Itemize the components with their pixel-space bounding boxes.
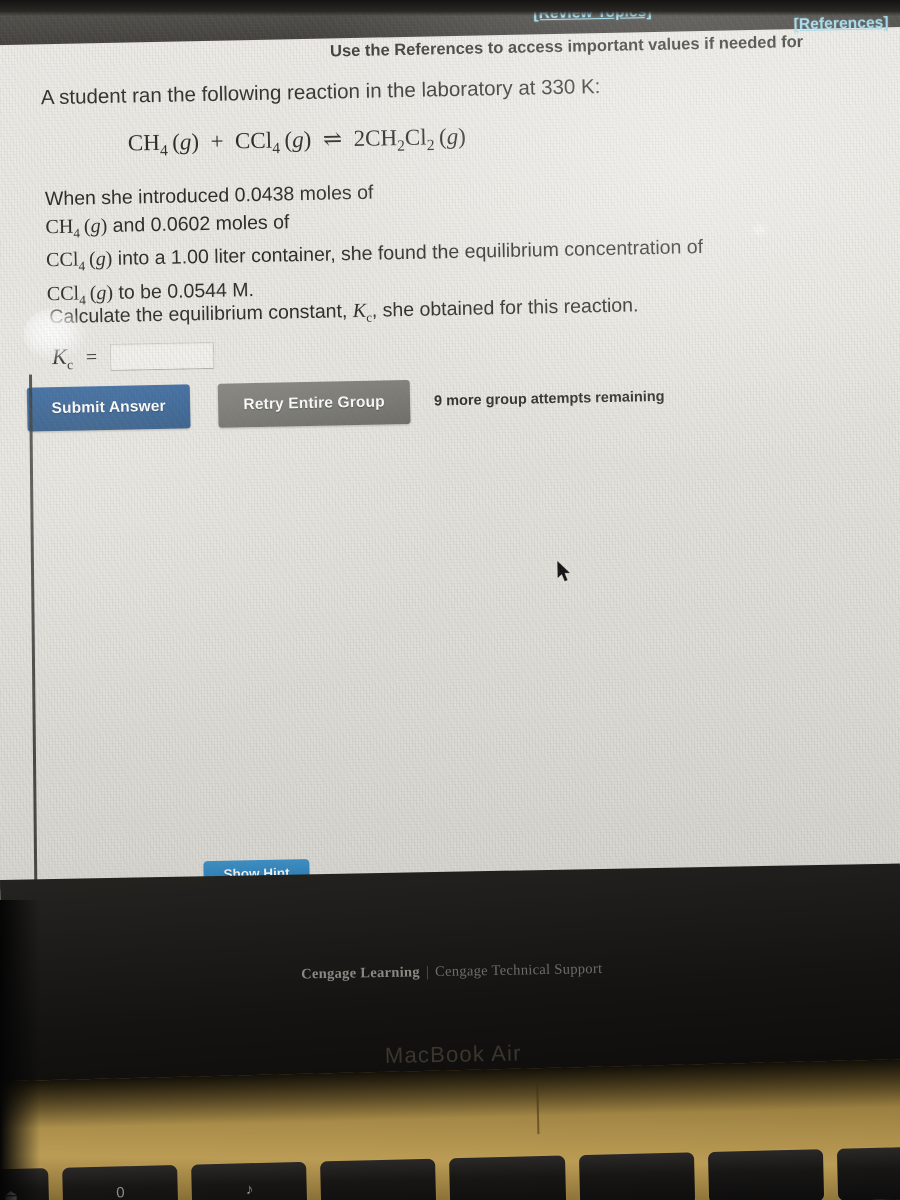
kc-answer-input[interactable] xyxy=(109,342,215,372)
footer-separator: | xyxy=(425,964,430,981)
equation-product: 2CH2Cl2 (g) xyxy=(353,123,467,155)
keyboard-row: ⏏ 0 ♪ xyxy=(0,1146,900,1200)
action-button-row: Submit Answer Retry Entire Group 9 more … xyxy=(26,375,665,432)
window-edge-line xyxy=(28,374,38,895)
cengage-learning-link[interactable]: Cengage Learning xyxy=(301,964,420,982)
equals-sign: = xyxy=(85,346,98,369)
keyboard-key[interactable] xyxy=(320,1158,437,1200)
question-body: When she introduced 0.0438 moles of CH4 … xyxy=(45,173,704,314)
equilibrium-arrow-icon: ⇌ xyxy=(316,126,349,152)
equation-reactant-2: CCl4 (g) xyxy=(234,126,312,158)
review-topics-link[interactable]: [Review Topics] xyxy=(533,3,652,23)
equation-plus: + xyxy=(204,128,230,154)
keyboard-key[interactable]: 0 xyxy=(62,1164,179,1200)
answer-row: Kc = xyxy=(52,341,215,374)
body-line-4-text: to be 0.0544 M. xyxy=(118,278,255,304)
equation-reactant-1: CH4 (g) xyxy=(127,129,200,160)
photo-of-laptop-screen: [Review Topics] [References] Use the Ref… xyxy=(0,0,900,1200)
laptop-screen: [Review Topics] [References] Use the Ref… xyxy=(0,0,900,936)
calculate-suffix: , she obtained for this reaction. xyxy=(371,294,639,322)
attempts-remaining-text: 9 more group attempts remaining xyxy=(433,388,665,410)
footer-links: Cengage Learning | Cengage Technical Suppo… xyxy=(2,955,900,988)
question-prompt: A student ran the following reaction in … xyxy=(40,75,601,110)
retry-entire-group-button[interactable]: Retry Entire Group xyxy=(217,379,411,428)
keyboard-key[interactable] xyxy=(836,1146,900,1200)
laptop-keyboard-deck: ⏏ 0 ♪ xyxy=(0,1058,900,1200)
body-species-ccl4-b: CCl4 (g) xyxy=(46,281,114,308)
calculate-prefix: Calculate the equilibrium constant, xyxy=(49,300,348,329)
cengage-technical-support-link[interactable]: Cengage Technical Support xyxy=(435,961,603,980)
keyboard-key[interactable] xyxy=(449,1155,566,1200)
body-species-ch4: CH4 (g) xyxy=(45,214,108,241)
screen-glare-spot xyxy=(749,221,770,239)
kc-answer-label: Kc xyxy=(51,343,74,373)
keyboard-key[interactable]: ♪ xyxy=(191,1161,308,1200)
chemical-equation: CH4 (g) + CCl4 (g) ⇌ 2CH2Cl2 (g) xyxy=(128,124,467,161)
keyboard-key[interactable] xyxy=(578,1152,695,1200)
mouse-cursor-icon xyxy=(557,561,570,582)
keyboard-key[interactable]: ⏏ xyxy=(0,1168,50,1200)
body-species-ccl4-a: CCl4 (g) xyxy=(45,247,113,274)
body-line-2-text: and 0.0602 moles of xyxy=(112,210,290,237)
submit-answer-button[interactable]: Submit Answer xyxy=(26,384,191,432)
kc-symbol-inline: Kc xyxy=(352,299,373,325)
references-link[interactable]: [References] xyxy=(793,14,888,34)
keyboard-key[interactable] xyxy=(707,1149,825,1200)
